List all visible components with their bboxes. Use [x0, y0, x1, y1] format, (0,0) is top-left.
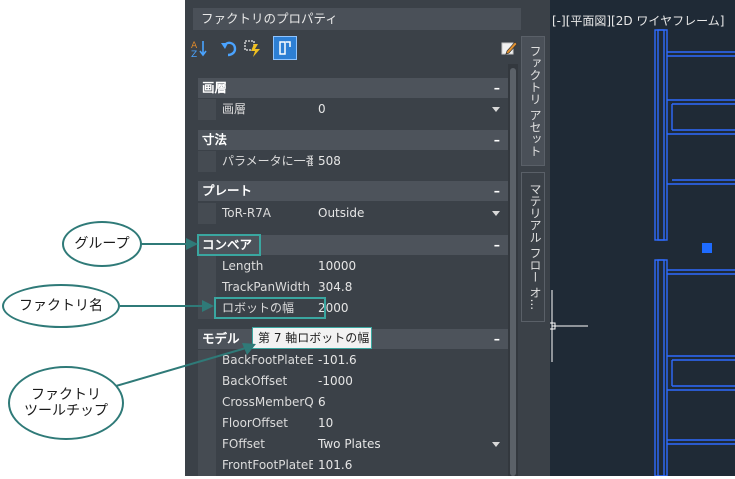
arrowhead-icon — [202, 300, 214, 312]
arrowhead-icon — [186, 238, 198, 250]
connector-factory-tooltip — [115, 347, 247, 387]
callout-connectors — [115, 238, 256, 387]
